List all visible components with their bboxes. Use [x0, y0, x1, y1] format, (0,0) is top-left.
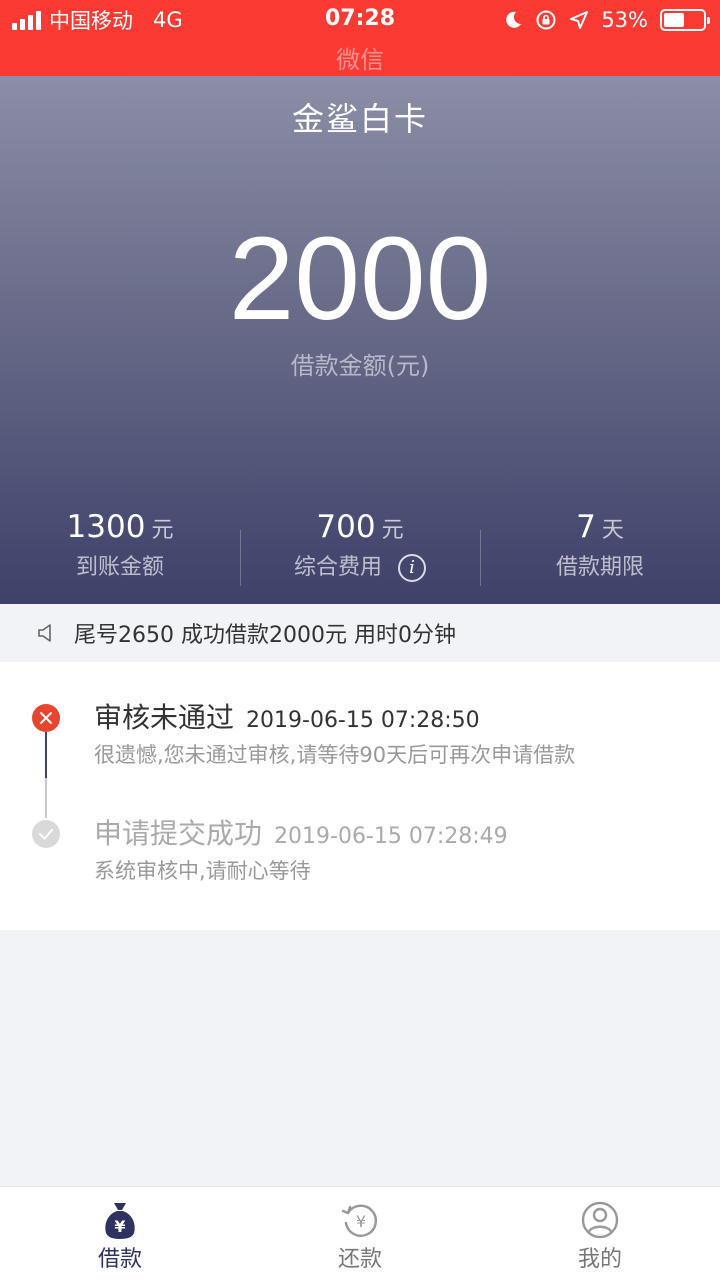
tab-repay[interactable]: ¥ 还款 [240, 1187, 480, 1280]
speaker-icon [38, 624, 51, 642]
status-bar: 中国移动 4G 07:28 53% 微信 [0, 0, 720, 76]
battery-percent: 53% [601, 8, 648, 32]
stat-value: 7 [576, 509, 596, 545]
stat-fee: 700 元 综合费用 i [240, 506, 480, 594]
loan-stats: 1300 元 到账金额 700 元 综合费用 i 7天 借款期限 [0, 506, 720, 594]
svg-text:¥: ¥ [356, 1212, 366, 1231]
stat-value: 700 [316, 509, 376, 545]
timeline-item-rejected: 审核未通过 2019-06-15 07:28:50 很遗憾,您未通过审核,请等待9… [94, 698, 575, 772]
info-icon[interactable]: i [398, 554, 426, 582]
timeline-title: 审核未通过 [94, 701, 235, 734]
tab-label: 借款 [97, 1247, 142, 1272]
timeline-time: 2019-06-15 07:28:49 [274, 824, 508, 849]
timeline-item-submitted: 申请提交成功 2019-06-15 07:28:49 系统审核中,请耐心等待 [94, 814, 508, 888]
location-icon [570, 11, 589, 29]
repay-icon: ¥ [341, 1204, 378, 1237]
tab-label: 还款 [337, 1247, 382, 1272]
stat-value: 1300 [66, 509, 146, 545]
loan-summary: 金鲨白卡 2000 借款金额(元) 1300 元 到账金额 700 元 综合费用 i … [0, 76, 720, 604]
stat-unit: 元 [151, 518, 174, 543]
profile-icon [581, 1201, 619, 1239]
back-to-app-label[interactable]: 微信 [0, 40, 720, 75]
moon-icon [506, 11, 522, 28]
stat-unit: 天 [601, 518, 624, 543]
timeline-desc: 很遗憾,您未通过审核,请等待90天后可再次申请借款 [94, 743, 576, 767]
timeline-desc: 系统审核中,请耐心等待 [94, 859, 311, 883]
timeline-connector [45, 732, 47, 778]
notice-text: 尾号2650 成功借款2000元 用时0分钟 [74, 623, 456, 648]
svg-text:¥: ¥ [114, 1217, 125, 1236]
tab-profile[interactable]: 我的 [480, 1187, 720, 1280]
check-icon [32, 820, 60, 848]
loan-amount-label: 借款金额(元) [290, 352, 430, 380]
stat-received: 1300 元 到账金额 [0, 506, 240, 594]
tab-label: 我的 [577, 1247, 622, 1272]
stat-label: 到账金额 [75, 555, 164, 580]
application-timeline: 审核未通过 2019-06-15 07:28:50 很遗憾,您未通过审核,请等待9… [0, 662, 720, 930]
page-title: 金鲨白卡 [291, 100, 428, 138]
tab-borrow[interactable]: ¥ 借款 [0, 1187, 240, 1280]
stat-term: 7天 借款期限 [480, 506, 720, 594]
timeline-title: 申请提交成功 [94, 817, 263, 850]
loan-amount: 2000 [228, 213, 492, 345]
stat-label: 综合费用 [293, 555, 382, 580]
rejected-icon [32, 704, 60, 732]
money-bag-icon: ¥ [105, 1203, 135, 1239]
stat-unit: 元 [381, 518, 404, 543]
timeline-time: 2019-06-15 07:28:50 [246, 708, 480, 733]
notice-bar: 尾号2650 成功借款2000元 用时0分钟 [0, 604, 720, 662]
stat-label: 借款期限 [555, 555, 644, 580]
battery-icon [660, 9, 710, 31]
tab-bar: ¥ 借款 ¥ 还款 我的 [0, 1186, 720, 1280]
timeline-connector [45, 778, 47, 818]
rotation-lock-icon [536, 10, 556, 30]
